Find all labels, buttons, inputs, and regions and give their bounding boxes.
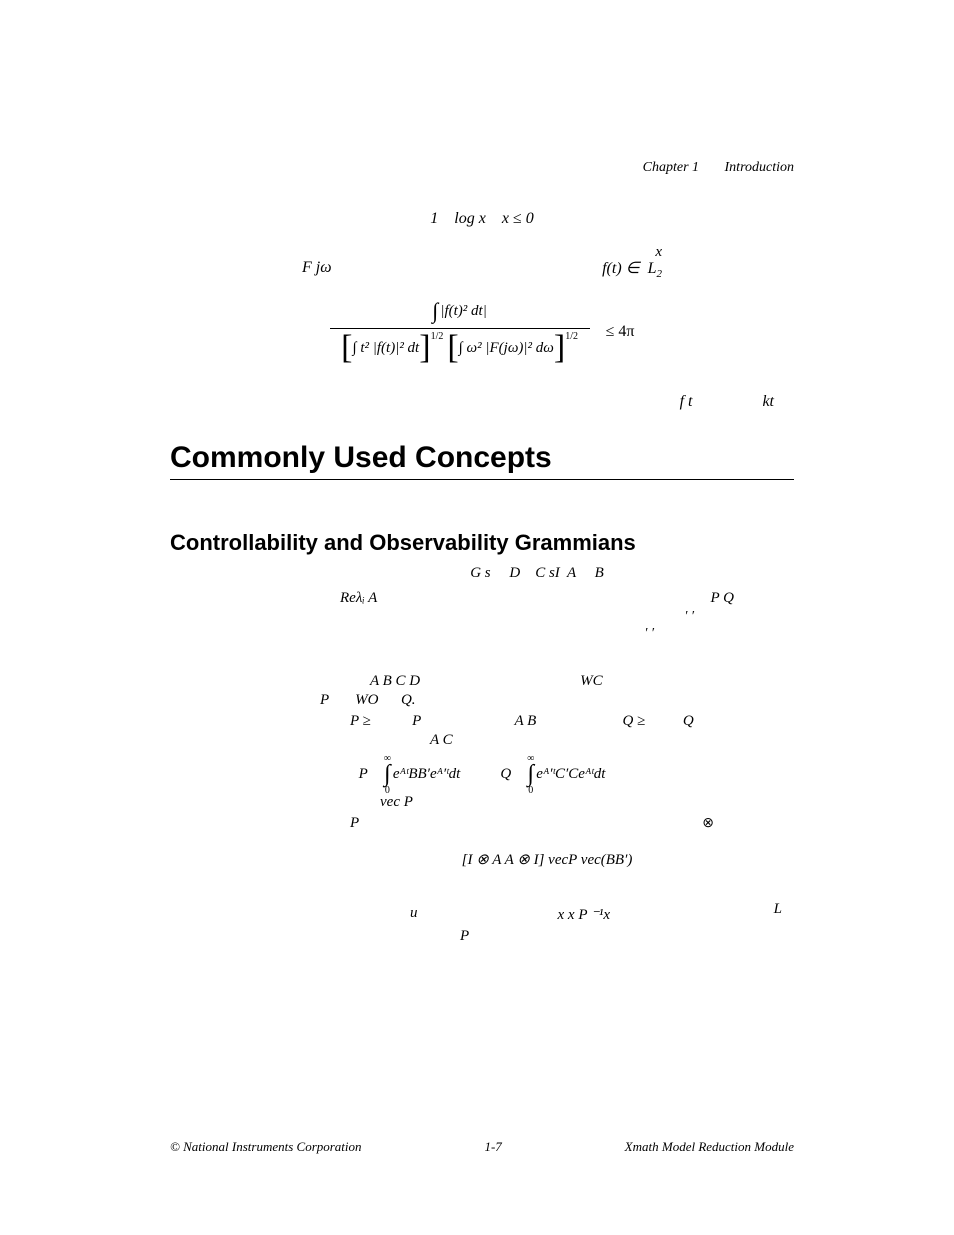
math-l2-super: x [655,244,662,261]
footer-center: 1-7 [484,1139,501,1155]
q-label: Q [500,766,511,783]
math-ft: f t [680,393,693,411]
abcd: A B C D [370,673,420,690]
math-fjw-row: F jω x f(t) ∈ L2 [302,258,662,278]
math-num-body: |f(t)² dt| [440,303,487,320]
p-last: P [460,928,794,945]
math-fjw: F jω [302,259,332,277]
math-l2: x f(t) ∈ L2 [602,258,662,278]
footer-left: © National Instruments Corporation [170,1139,362,1155]
primes-row1: ′ ′ [340,609,694,626]
p-integral: P ∞ ∫ 0 eᴬᵗBB′eᴬ′ᵗdt [359,753,461,797]
math-inequality: ≤ 4π [602,323,635,341]
math-ft-kt: f t kt [170,393,794,411]
integral-symbol: ∫ [432,298,438,324]
p-equals: P [359,766,368,783]
re-lambda: Reλᵢ A [340,587,377,610]
int-lower: 0 [528,785,533,796]
p-wo-q-line: P WO Q. [320,692,794,709]
math-denominator: [ ∫ t² |f(t)|² dt ] 1/2 [ ∫ ω² |F(jω)|² … [339,329,580,367]
section-heading: Commonly Used Concepts [170,441,794,480]
p-ge-text: P ≥ P A B Q ≥ Q [350,713,694,730]
pq-integrals: P ∞ ∫ 0 eᴬᵗBB′eᴬ′ᵗdt Q ∞ ∫ 0 eᴬ′ᵗC′Ceᴬᵗd… [170,753,794,797]
p-alone: P [350,815,359,832]
page-content: 1 log x x ≤ 0 F jω x f(t) ∈ L2 ∫ |f(t)² … [170,210,794,945]
primes-row2: ′ ′ [340,626,654,643]
math-uncertainty-inequality: ∫ |f(t)² dt| [ ∫ t² |f(t)|² dt ] 1/2 [ ∫… [170,296,794,367]
footer-right: Xmath Model Reduction Module [625,1139,794,1155]
p-kron-line: P ⊗ [350,815,794,832]
integral-icon: ∫ [384,764,391,786]
kronecker-icon: ⊗ [702,815,714,832]
page-footer: © National Instruments Corporation 1-7 X… [170,1139,794,1155]
math-numerator: ∫ |f(t)² dt| [330,296,590,329]
q-int-body: eᴬ′ᵗC′Ceᴬᵗdt [536,766,605,783]
pq-label: P Q [711,587,734,610]
u-xpx-line: u x x P ⁻¹x [410,905,794,924]
bracket-left-icon: [ [447,331,458,365]
q-integral: Q ∞ ∫ 0 eᴬ′ᵗC′Ceᴬᵗdt [500,753,605,797]
math-den2: ∫ ω² |F(jω)|² dω [459,340,554,357]
bracket-right-icon: ] [554,331,565,365]
bracket-left-icon: [ [341,331,352,365]
chapter-title: Introduction [725,160,794,175]
math-log-line: 1 log x x ≤ 0 [170,210,794,228]
ac-line: A C [430,732,794,749]
l-symbol: L [774,901,782,918]
math-den1-exp: 1/2 [431,331,444,342]
bracket-right-icon: ] [419,331,430,365]
kron-equation: [I ⊗ A A ⊗ I] vecP vec(BB′) [300,850,794,869]
math-l2-sub: 2 [657,268,663,280]
running-header: Chapter 1 Introduction [643,160,794,176]
abcd-wc-line: A B C D WC [370,673,794,690]
math-l2-main: f(t) ∈ L [602,260,656,277]
gs-paragraph: G s D C sI A B Reλᵢ A P Q ′ ′ ′ ′ [340,562,794,643]
p-ge-line: P ≥ P A B Q ≥ Q [350,713,794,730]
xpx: x x P ⁻¹x [558,905,611,924]
u-symbol: u [410,905,418,924]
math-fraction: ∫ |f(t)² dt| [ ∫ t² |f(t)|² dt ] 1/2 [ ∫… [330,296,590,367]
p-int-body: eᴬᵗBB′eᴬ′ᵗdt [393,766,460,783]
math-kt: kt [762,393,774,411]
integral-icon: ∫ [527,764,534,786]
chapter-label: Chapter 1 [643,160,699,175]
math-den1: ∫ t² |f(t)|² dt [352,340,419,357]
wc: WC [580,673,603,690]
subsection-heading: Controllability and Observability Grammi… [170,530,794,556]
math-den2-exp: 1/2 [565,331,578,342]
vec-p-line: vec P [380,794,794,811]
gs-line: G s D C sI A B [470,565,604,581]
